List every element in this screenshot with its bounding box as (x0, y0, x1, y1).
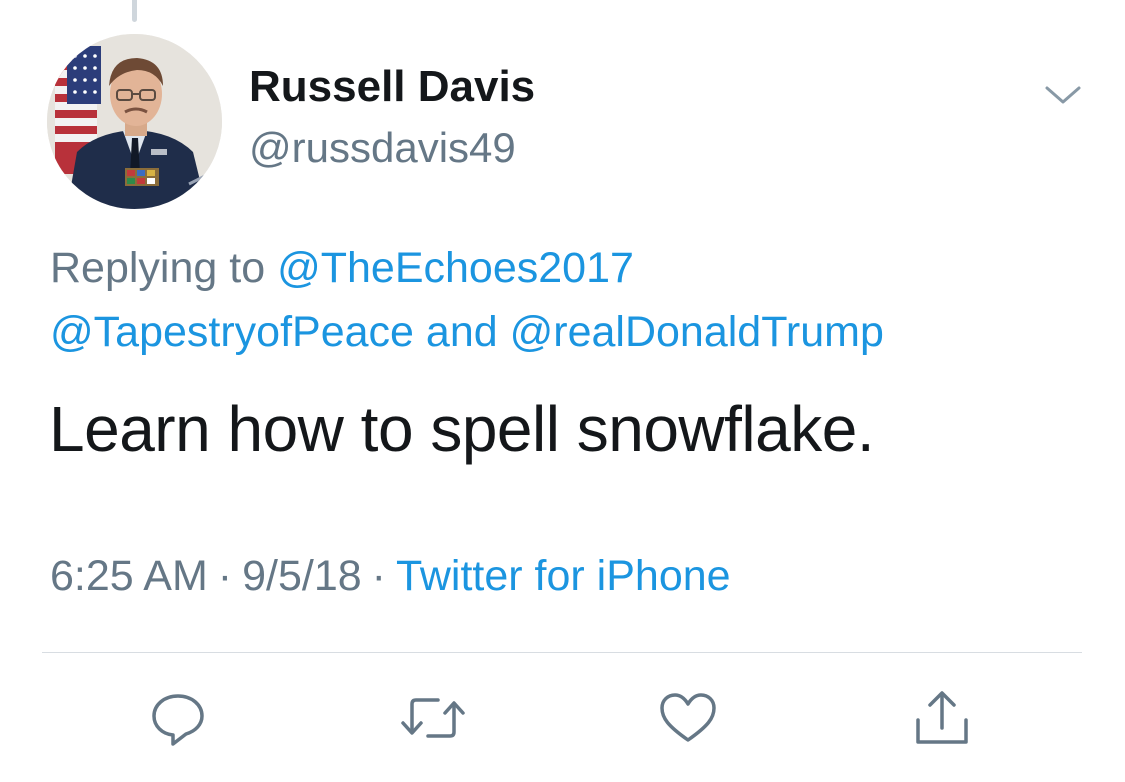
tweet-detail: Russell Davis @russdavis49 Replying to @… (0, 0, 1125, 782)
author-handle[interactable]: @russdavis49 (249, 124, 516, 172)
avatar[interactable] (47, 34, 222, 209)
meta-separator: · (371, 552, 386, 600)
author-name[interactable]: Russell Davis (249, 62, 535, 112)
avatar-photo (47, 34, 222, 209)
tweet-source-link[interactable]: Twitter for iPhone (396, 552, 731, 600)
share-icon[interactable] (912, 688, 972, 748)
chevron-down-icon[interactable] (1043, 80, 1083, 108)
mention-link[interactable]: @TheEchoes2017 (277, 244, 634, 292)
tweet-date: 9/5/18 (242, 552, 362, 600)
replying-to-line: Replying to @TheEchoes2017 @TapestryofPe… (50, 236, 1080, 364)
divider (42, 652, 1082, 653)
retweet-icon[interactable] (398, 688, 468, 748)
reply-icon[interactable] (148, 688, 208, 748)
tweet-text: Learn how to spell snowflake. (49, 393, 875, 465)
tweet-time: 6:25 AM (50, 552, 208, 600)
thread-connector-line (132, 0, 137, 22)
mention-link[interactable]: @TapestryofPeace (50, 308, 414, 356)
tweet-metadata: 6:25 AM · 9/5/18 · Twitter for iPhone (50, 552, 731, 601)
replying-to-label: Replying to (50, 244, 266, 292)
mention-joiner[interactable]: and (426, 308, 498, 356)
meta-separator: · (217, 552, 233, 600)
mention-link[interactable]: @realDonaldTrump (510, 308, 884, 356)
heart-icon[interactable] (656, 688, 720, 748)
